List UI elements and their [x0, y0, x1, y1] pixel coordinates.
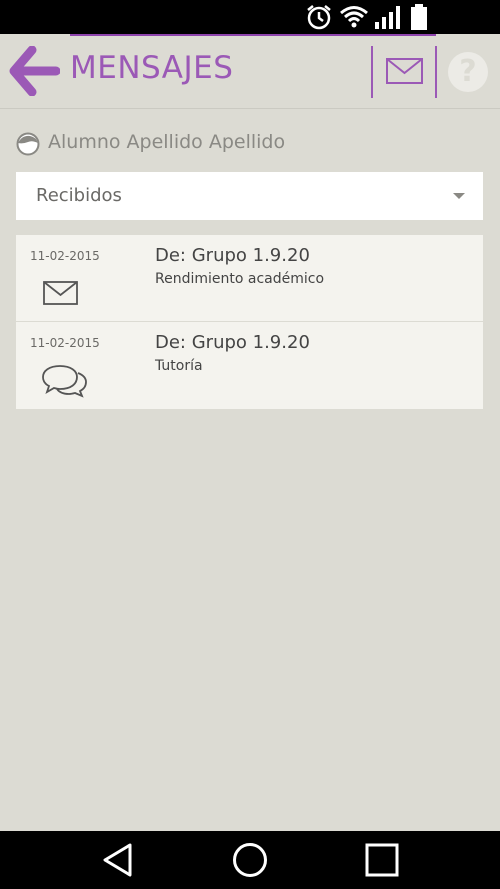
chevron-down-icon [453, 193, 465, 199]
home-nav-icon[interactable] [231, 842, 269, 878]
message-sender: De: Grupo 1.9.20 [155, 332, 310, 353]
message-subject: Rendimiento académico [155, 271, 325, 287]
header-accent-line [70, 34, 436, 36]
message-item[interactable]: 11-02-2015 De: Grupo 1.9.20 Tutoría [16, 322, 483, 409]
compose-message-button[interactable] [376, 52, 434, 92]
page-title: MENSAJES [70, 50, 234, 86]
message-subject: Tutoría [155, 358, 203, 374]
system-nav-bar [0, 831, 500, 889]
header-divider-right [435, 46, 437, 98]
envelope-icon [43, 281, 78, 305]
status-bar [0, 0, 500, 34]
recents-nav-icon[interactable] [364, 842, 400, 878]
message-list: 11-02-2015 De: Grupo 1.9.20 Rendimiento … [16, 235, 483, 409]
header-divider-left [371, 46, 373, 98]
help-button[interactable]: ? [448, 52, 488, 92]
folder-dropdown-value: Recibidos [36, 185, 122, 206]
app-header: MENSAJES ? [0, 34, 500, 109]
battery-icon [411, 4, 427, 30]
user-avatar-icon [16, 132, 40, 156]
message-item[interactable]: 11-02-2015 De: Grupo 1.9.20 Rendimiento … [16, 235, 483, 322]
signal-icon [375, 6, 400, 29]
chat-bubbles-icon [42, 365, 87, 398]
wifi-icon [340, 6, 368, 28]
back-arrow-icon[interactable] [8, 46, 60, 96]
alarm-icon [307, 5, 331, 30]
back-nav-icon[interactable] [100, 842, 136, 878]
message-sender: De: Grupo 1.9.20 [155, 245, 310, 266]
message-date: 11-02-2015 [30, 249, 100, 263]
user-name: Alumno Apellido Apellido [48, 131, 286, 153]
message-date: 11-02-2015 [30, 336, 100, 350]
folder-dropdown[interactable]: Recibidos [16, 172, 483, 220]
